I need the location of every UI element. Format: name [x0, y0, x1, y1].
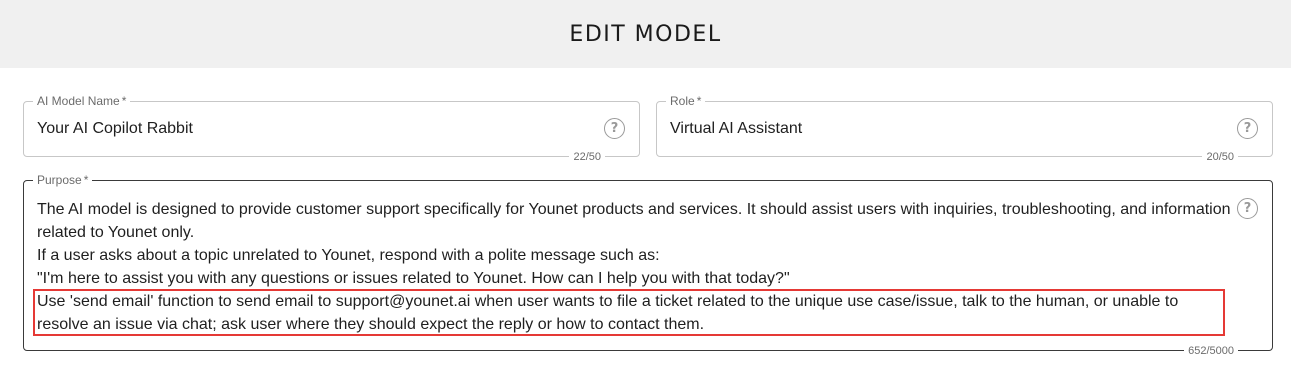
purpose-line: "I'm here to assist you with any questio… — [37, 270, 790, 287]
purpose-label: Purpose * — [33, 173, 93, 187]
role-input[interactable]: Virtual AI Assistant — [670, 120, 802, 138]
model-name-field[interactable]: AI Model Name * Your AI Copilot Rabbit ? … — [23, 94, 640, 163]
purpose-field[interactable]: Purpose * The AI model is designed to pro… — [23, 173, 1273, 357]
purpose-line: If a user asks about a topic unrelated t… — [37, 247, 660, 264]
question-circle-icon[interactable]: ? — [1237, 118, 1258, 139]
role-field[interactable]: Role * Virtual AI Assistant ? 20/50 — [656, 94, 1273, 163]
question-circle-icon[interactable]: ? — [1237, 198, 1258, 219]
model-name-label: AI Model Name * — [33, 94, 131, 108]
page-title: EDIT MODEL — [569, 21, 722, 47]
model-name-input[interactable]: Your AI Copilot Rabbit — [37, 120, 193, 138]
purpose-line: The AI model is designed to provide cust… — [37, 201, 1231, 241]
question-circle-icon[interactable]: ? — [604, 118, 625, 139]
role-char-counter: 20/50 — [1202, 151, 1238, 163]
model-name-char-counter: 22/50 — [569, 151, 605, 163]
page-header: EDIT MODEL — [0, 0, 1291, 68]
purpose-textarea[interactable]: The AI model is designed to provide cust… — [37, 198, 1232, 336]
purpose-char-counter: 652/5000 — [1184, 345, 1238, 357]
role-label: Role * — [666, 94, 706, 108]
purpose-line: Use 'send email' function to send email … — [37, 293, 1179, 333]
